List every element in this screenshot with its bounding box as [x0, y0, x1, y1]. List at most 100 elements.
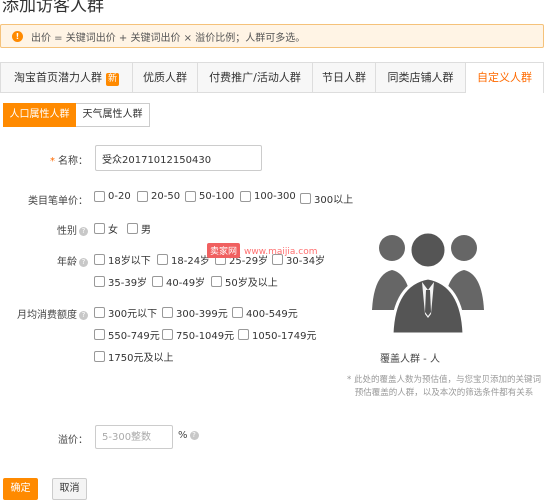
- tab-custom-audience[interactable]: 自定义人群: [465, 62, 544, 93]
- percent-sign: %: [178, 430, 188, 441]
- audience-tabs: 淘宝首页潜力人群新 优质人群 付费推广/活动人群 节日人群 同类店铺人群 自定义…: [0, 62, 544, 93]
- subtab-demographic[interactable]: 人口属性人群: [3, 103, 76, 127]
- checkbox-icon: [211, 276, 222, 287]
- option-label: 400-549元: [246, 309, 298, 320]
- checkbox-icon: [240, 191, 251, 202]
- exclamation-icon: !: [12, 30, 23, 42]
- option-label: 550-749元: [108, 331, 160, 342]
- tab-label: 节日人群: [322, 71, 366, 84]
- option-label: 300元以下: [108, 309, 158, 320]
- name-label-text: 名称：: [58, 156, 88, 167]
- premium-input[interactable]: [95, 425, 173, 449]
- spend-option-1750-plus[interactable]: 1750元及以上: [94, 349, 173, 364]
- checkbox-icon: [94, 276, 105, 287]
- gender-option-male[interactable]: 男: [127, 221, 151, 236]
- checkbox-icon: [94, 351, 105, 362]
- user-group-icon: [370, 218, 486, 341]
- age-option-35-39[interactable]: 35-39岁: [94, 274, 147, 289]
- tab-taobao-home-potential[interactable]: 淘宝首页潜力人群新: [0, 62, 133, 92]
- option-label: 0-20: [108, 191, 131, 202]
- checkbox-icon: [94, 254, 105, 265]
- spend-option-550-749[interactable]: 550-749元: [94, 327, 160, 342]
- checkbox-icon: [94, 223, 105, 234]
- option-label: 男: [141, 225, 151, 236]
- age-label: 年龄?: [57, 253, 88, 268]
- tab-label: 淘宝首页潜力人群: [13, 71, 102, 84]
- age-label-text: 年龄: [57, 257, 77, 268]
- option-label: 750-1049元: [176, 331, 235, 342]
- page-title: 添加访客人群: [2, 0, 104, 16]
- option-label: 35-39岁: [108, 278, 148, 289]
- spend-option-1050-1749[interactable]: 1050-1749元: [238, 327, 317, 342]
- option-label: 1050-1749元: [252, 331, 317, 342]
- option-label: 20-50: [151, 191, 181, 202]
- gender-label: 性别?: [57, 222, 88, 237]
- checkbox-icon: [94, 329, 105, 340]
- coverage-description: * 此处的覆盖人数为预估值，与您宝贝添加的关键词预估覆盖的人群，以及本次的筛选条…: [347, 375, 541, 398]
- checkbox-icon: [238, 329, 249, 340]
- age-option-under-18[interactable]: 18岁以下: [94, 252, 151, 267]
- checkbox-icon: [127, 223, 138, 234]
- required-mark: *: [50, 156, 55, 167]
- tab-paid-promotion-audience[interactable]: 付费推广/活动人群: [197, 62, 313, 92]
- checkbox-icon: [162, 307, 173, 318]
- cancel-button[interactable]: 取消: [52, 478, 87, 500]
- help-icon[interactable]: ?: [79, 257, 88, 267]
- tab-label: 同类店铺人群: [387, 71, 454, 84]
- tab-label: 付费推广/活动人群: [209, 71, 301, 84]
- coverage-count: 覆盖人群 - 人: [380, 354, 440, 365]
- checkbox-icon: [152, 276, 163, 287]
- spend-label-text: 月均消费额度: [17, 310, 77, 321]
- name-label: * 名称：: [50, 152, 88, 167]
- age-option-40-49[interactable]: 40-49岁: [152, 274, 205, 289]
- checkbox-icon: [94, 191, 105, 202]
- spend-label: 月均消费额度?: [17, 306, 88, 321]
- notice-text: 出价 = 关键词出价 + 关键词出价 × 溢价比例；人群可多选。: [31, 32, 306, 44]
- checkbox-icon: [232, 307, 243, 318]
- age-option-18-24[interactable]: 18-24岁: [157, 252, 210, 267]
- spend-option-under-300[interactable]: 300元以下: [94, 305, 157, 320]
- watermark-url: www.maijia.com: [244, 247, 318, 257]
- price-label: 类目笔单价：: [28, 196, 88, 207]
- option-label: 1750元及以上: [108, 353, 174, 364]
- tab-similar-store-audience[interactable]: 同类店铺人群: [375, 62, 466, 92]
- age-option-50-plus[interactable]: 50岁及以上: [211, 274, 278, 289]
- checkbox-icon: [137, 191, 148, 202]
- spend-option-300-399[interactable]: 300-399元: [162, 305, 228, 320]
- premium-unit: %?: [178, 430, 199, 441]
- option-label: 50-100: [199, 191, 235, 202]
- price-option-300-plus[interactable]: 300以上: [300, 191, 353, 206]
- option-label: 300以上: [314, 195, 354, 206]
- option-label: 300-399元: [176, 309, 228, 320]
- price-option-20-50[interactable]: 20-50: [137, 191, 180, 202]
- tab-holiday-audience[interactable]: 节日人群: [312, 62, 376, 92]
- premium-label: 溢价：: [58, 435, 88, 446]
- price-option-50-100[interactable]: 50-100: [185, 191, 234, 202]
- option-label: 50岁及以上: [225, 278, 278, 289]
- tab-label: 自定义人群: [477, 71, 532, 84]
- help-icon[interactable]: ?: [79, 310, 88, 320]
- help-icon[interactable]: ?: [79, 226, 88, 236]
- watermark-brand: 卖家网: [207, 243, 241, 258]
- checkbox-icon: [185, 191, 196, 202]
- checkbox-icon: [157, 254, 168, 265]
- gender-option-female[interactable]: 女: [94, 221, 118, 236]
- confirm-button[interactable]: 确定: [3, 478, 38, 500]
- price-option-100-300[interactable]: 100-300: [240, 191, 296, 202]
- tab-quality-audience[interactable]: 优质人群: [132, 62, 198, 92]
- option-label: 100-300: [254, 191, 296, 202]
- tab-label: 优质人群: [143, 71, 187, 84]
- help-icon[interactable]: ?: [189, 430, 199, 440]
- subtab-weather[interactable]: 天气属性人群: [76, 103, 150, 127]
- notice-bar: ! 出价 = 关键词出价 + 关键词出价 × 溢价比例；人群可多选。: [0, 24, 544, 48]
- option-label: 18岁以下: [108, 256, 151, 267]
- option-label: 女: [108, 225, 118, 236]
- checkbox-icon: [94, 307, 105, 318]
- new-badge: 新: [105, 73, 119, 86]
- checkbox-icon: [162, 329, 173, 340]
- spend-option-750-1049[interactable]: 750-1049元: [162, 327, 234, 342]
- spend-option-400-549[interactable]: 400-549元: [232, 305, 298, 320]
- gender-label-text: 性别: [57, 226, 77, 237]
- price-option-0-20[interactable]: 0-20: [94, 191, 131, 202]
- name-input[interactable]: [95, 145, 262, 171]
